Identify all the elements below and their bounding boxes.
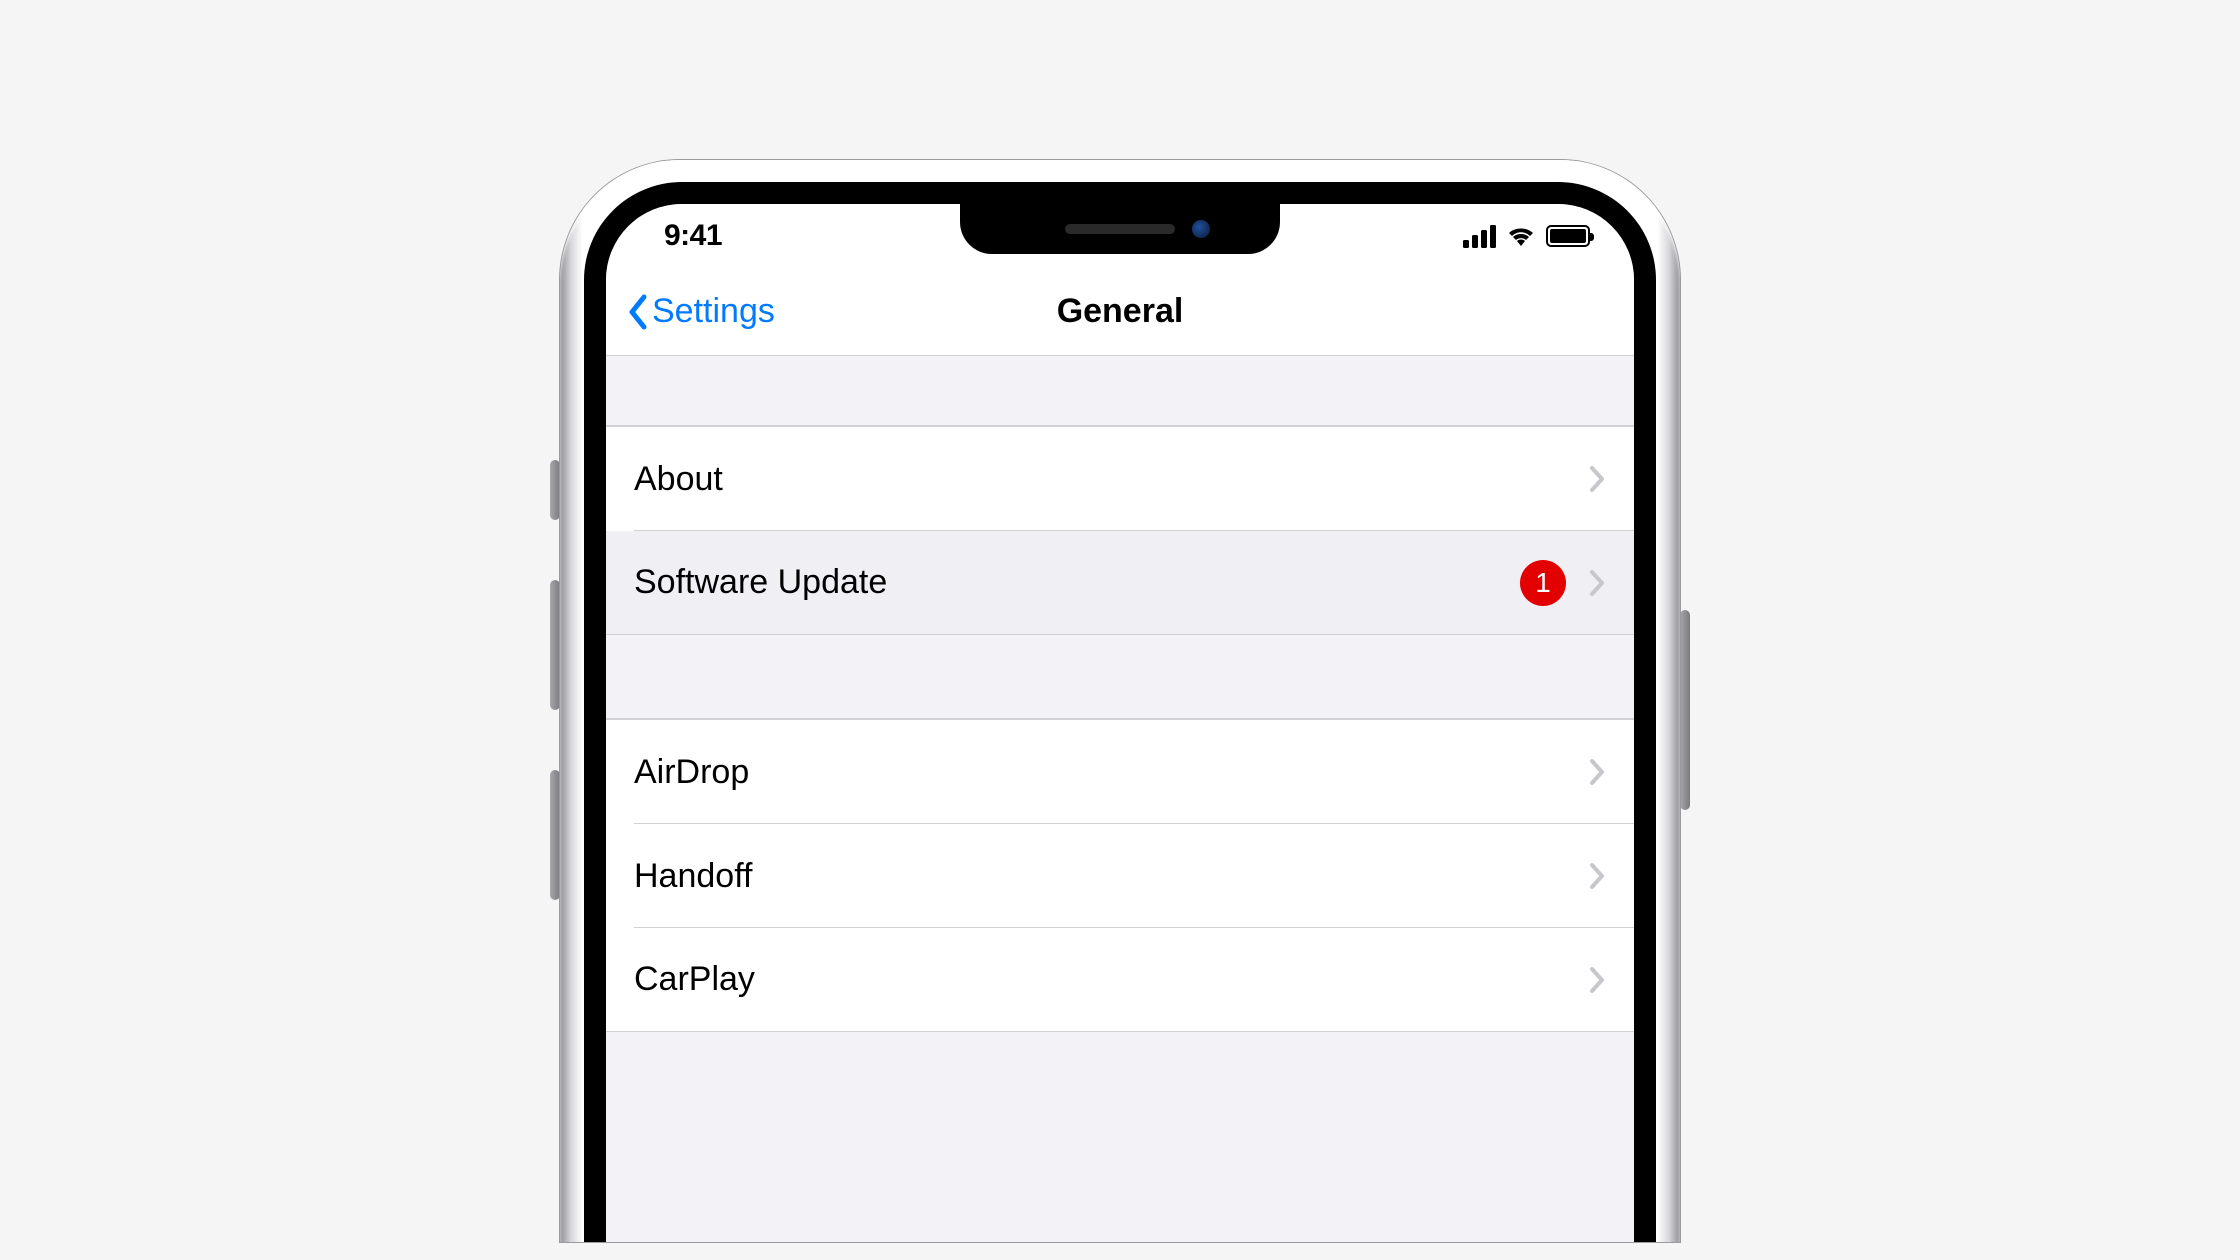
cellular-signal-icon bbox=[1463, 225, 1496, 248]
page-title: General bbox=[1057, 292, 1184, 331]
section-gap bbox=[606, 635, 1634, 719]
battery-icon bbox=[1546, 225, 1590, 247]
chevron-right-icon bbox=[1588, 464, 1606, 494]
settings-group-1: About Software Update 1 bbox=[606, 426, 1634, 635]
settings-item-handoff[interactable]: Handoff bbox=[606, 824, 1634, 928]
section-gap bbox=[606, 356, 1634, 426]
back-button[interactable]: Settings bbox=[626, 292, 775, 331]
chevron-right-icon bbox=[1588, 861, 1606, 891]
phone-body: 9:41 bbox=[560, 160, 1680, 1242]
chevron-right-icon bbox=[1588, 965, 1606, 995]
settings-item-about[interactable]: About bbox=[606, 427, 1634, 531]
chevron-right-icon bbox=[1588, 757, 1606, 787]
settings-item-airdrop[interactable]: AirDrop bbox=[606, 720, 1634, 824]
status-icons bbox=[1463, 225, 1590, 248]
notification-badge: 1 bbox=[1520, 560, 1566, 606]
settings-item-label: Software Update bbox=[634, 563, 887, 602]
phone-mockup: 9:41 bbox=[560, 160, 1680, 1242]
mute-switch bbox=[550, 460, 560, 520]
volume-down-button bbox=[550, 770, 560, 900]
settings-item-carplay[interactable]: CarPlay bbox=[606, 928, 1634, 1032]
front-camera bbox=[1192, 220, 1210, 238]
speaker-grille bbox=[1065, 224, 1175, 234]
settings-item-label: About bbox=[634, 460, 723, 499]
navigation-bar: Settings General bbox=[606, 268, 1634, 356]
back-label: Settings bbox=[652, 292, 775, 331]
settings-item-label: AirDrop bbox=[634, 753, 749, 792]
wifi-icon bbox=[1506, 225, 1536, 247]
volume-up-button bbox=[550, 580, 560, 710]
settings-item-label: CarPlay bbox=[634, 960, 755, 999]
notch bbox=[960, 204, 1280, 254]
settings-item-label: Handoff bbox=[634, 857, 752, 896]
chevron-right-icon bbox=[1588, 568, 1606, 598]
screen: 9:41 bbox=[584, 182, 1656, 1242]
chevron-left-icon bbox=[626, 293, 648, 331]
settings-item-software-update[interactable]: Software Update 1 bbox=[606, 531, 1634, 635]
power-button bbox=[1680, 610, 1690, 810]
settings-group-2: AirDrop Handoff Ca bbox=[606, 719, 1634, 1032]
status-time: 9:41 bbox=[664, 219, 722, 253]
